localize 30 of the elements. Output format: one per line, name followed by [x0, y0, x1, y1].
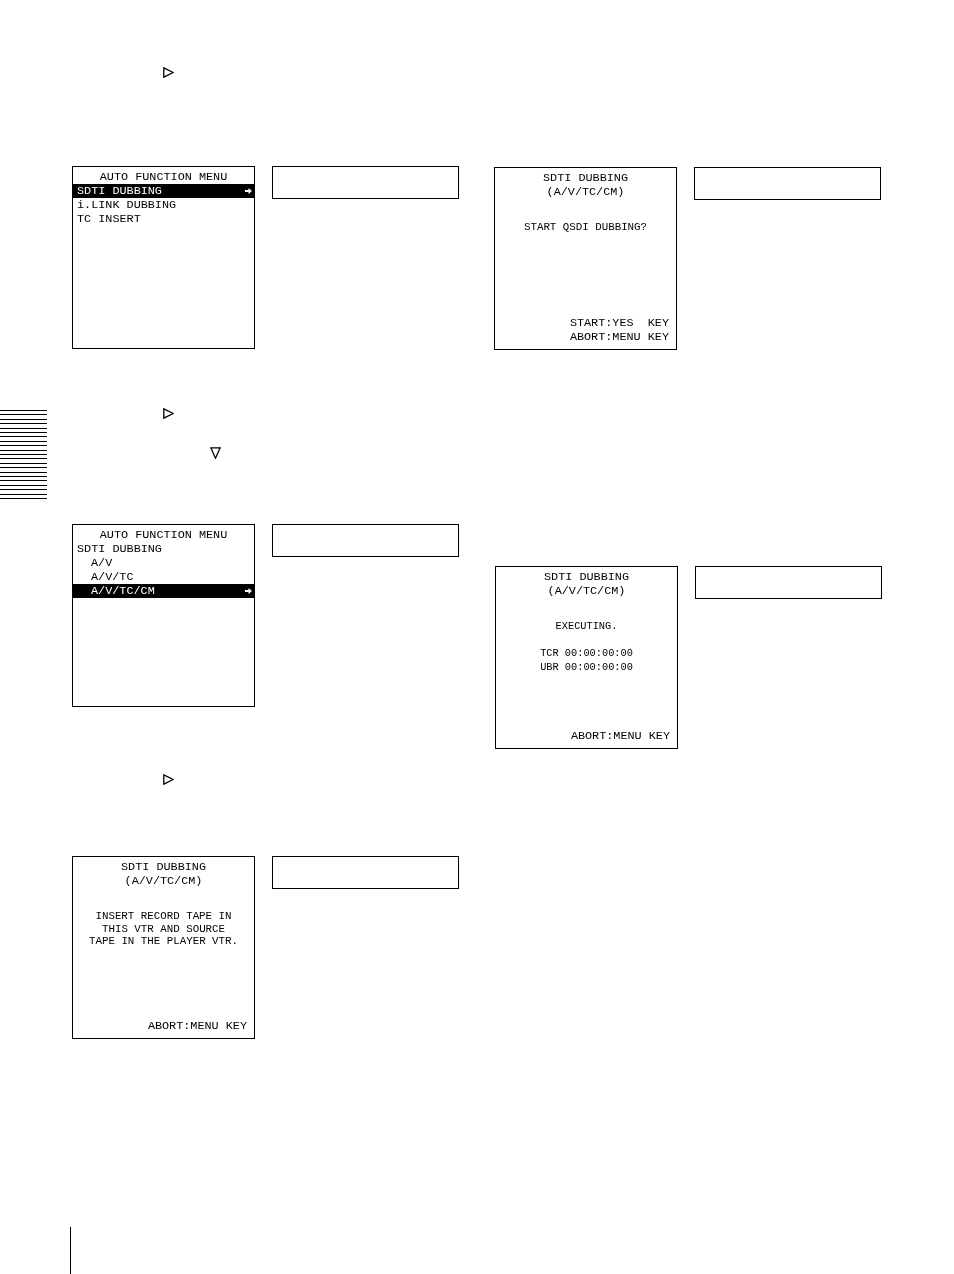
- screen-subtitle: (A/V/TC/CM): [547, 584, 626, 598]
- timecode-readout: TCR 00:00:00:00: [540, 646, 633, 660]
- screen-subtitle: (A/V/TC/CM): [124, 874, 203, 888]
- menu-title: AUTO FUNCTION MENU: [99, 170, 228, 184]
- status-text: EXECUTING.: [555, 620, 618, 633]
- triangle-right-icon: [163, 408, 174, 419]
- menu-item[interactable]: TC INSERT: [73, 212, 254, 226]
- menu-item[interactable]: i.LINK DUBBING: [73, 198, 254, 212]
- screen-subtitle: (A/V/TC/CM): [546, 185, 625, 199]
- triangle-right-icon: [163, 774, 174, 785]
- triangle-down-icon: [210, 447, 221, 459]
- screen-message: INSERT RECORD TAPE IN THIS VTR AND SOURCE TAPE IN THE PLAYER VTR.: [89, 910, 238, 948]
- screen-message: START QSDI DUBBING?: [523, 221, 648, 234]
- arrow-right-icon: [245, 588, 252, 594]
- timecode-readout: UBR 00:00:00:00: [540, 660, 633, 674]
- menu-item[interactable]: A/V: [73, 556, 254, 570]
- menu-item[interactable]: A/V/TC: [73, 570, 254, 584]
- menu-title: AUTO FUNCTION MENU: [99, 528, 228, 542]
- screen-title: SDTI DUBBING: [121, 860, 206, 874]
- menu-item[interactable]: SDTI DUBBING: [73, 542, 254, 556]
- triangle-right-icon: [163, 67, 174, 78]
- screen-title: SDTI DUBBING: [543, 171, 628, 185]
- key-prompt: START:YES KEY: [569, 316, 669, 330]
- arrow-right-icon: [245, 188, 252, 194]
- key-prompt: ABORT:MENU KEY: [570, 729, 670, 743]
- screen-title: SDTI DUBBING: [544, 570, 629, 584]
- menu-item[interactable]: SDTI DUBBING: [73, 184, 254, 198]
- menu-item[interactable]: A/V/TC/CM: [73, 584, 254, 598]
- key-prompt: ABORT:MENU KEY: [147, 1019, 247, 1033]
- key-prompt: ABORT:MENU KEY: [569, 330, 669, 344]
